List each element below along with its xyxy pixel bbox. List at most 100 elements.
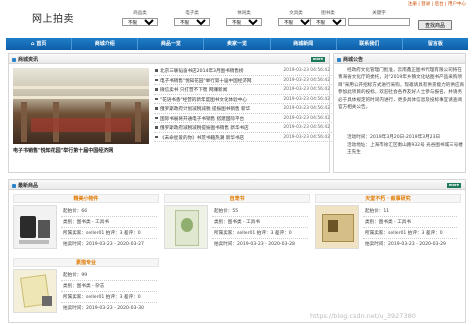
search-button[interactable]: 查找商品 bbox=[418, 20, 452, 30]
product-category: 类别：图书类 - 工具书 bbox=[365, 220, 411, 225]
notice-title-text: 商城公告 bbox=[343, 57, 364, 63]
notice-address-label: 活动地址： bbox=[347, 143, 370, 148]
main-nav: ⌂ 首页 商城介绍 商品一览 卖家一览 商城新闻 联系我们 留言板 bbox=[6, 38, 468, 50]
product-category: 类别：图书类 - 杂志 bbox=[63, 284, 105, 289]
product-time: 拍卖时间：2019-03-23 - 2020-03-28 bbox=[214, 242, 295, 247]
filter-label: 文具类 bbox=[289, 11, 303, 16]
filter-label: 商品类 bbox=[133, 11, 147, 16]
section-bullet-icon bbox=[12, 57, 16, 62]
product-start-price: 起拍价：55 bbox=[214, 209, 239, 214]
product-name[interactable]: 自宠书 bbox=[164, 194, 310, 203]
list-item[interactable]: 《未命星爱的你》书荒书籍热潮 新华书店 2019-03-23 04:56:42 bbox=[154, 133, 332, 142]
filter-electronics: 电子类 不限 bbox=[174, 10, 210, 26]
news-item-date: 2019-03-23 04:56:42 bbox=[283, 134, 330, 140]
bullet-icon bbox=[155, 69, 158, 72]
list-item[interactable]: 俄罗斯政府计划减税减税 提振图书销售 新华 2019-03-23 04:56:42 bbox=[154, 104, 332, 114]
news-item-title[interactable]: 俄罗斯政府计划减税减税 提振图书销售 新华 bbox=[160, 106, 278, 112]
product-image[interactable] bbox=[13, 269, 57, 313]
product-name[interactable]: 天堂不朽 · 叙事研究 bbox=[315, 194, 461, 203]
news-item-title[interactable]: 俄罗斯政府减税减税提振图书销售 新华书店 bbox=[160, 125, 278, 131]
product-card[interactable]: 天堂不朽 · 叙事研究 起拍价：11 类别：图书类 - 工具书 所属卖家：sel… bbox=[315, 194, 461, 256]
list-item[interactable]: 北京三联韬奋书店2014年3月图书销售榜 2019-03-23 04:56:42 bbox=[154, 66, 332, 76]
notice-time-value: 2019年3月20日-2019年3月23日 bbox=[369, 135, 441, 140]
products-panel: 最新商品 more 精美小物件 起拍价：66 类别：图书类 - 工具书 所属卖家… bbox=[8, 179, 466, 323]
news-item-title[interactable]: 微信卖书 只打营不下而 网赚新闻 bbox=[160, 87, 278, 93]
nav-guestbook[interactable]: 留言板 bbox=[403, 38, 468, 50]
nav-home[interactable]: ⌂ 首页 bbox=[6, 38, 73, 50]
filter-label: 电子类 bbox=[185, 11, 199, 16]
top-links[interactable]: 注册 | 登录 | 后台 | 用户中心 bbox=[408, 1, 466, 7]
filter-stationery-select[interactable]: 不限 bbox=[278, 18, 314, 26]
list-item[interactable]: "花语书香"经营的新年度图书文化体验中心 2019-03-23 04:56:42 bbox=[154, 95, 332, 104]
news-panel-header: 商城资讯 more bbox=[9, 54, 329, 64]
product-seller: 所属卖家：seller01 拍评：3 差评：0 bbox=[214, 231, 292, 236]
keyword-label: 关键字 bbox=[372, 11, 386, 16]
list-item[interactable]: 电子书销售"悦知花园"举行第十届中国经济网 2019-03-23 04:56:42 bbox=[154, 76, 332, 85]
home-icon: ⌂ bbox=[30, 41, 35, 47]
nav-intro[interactable]: 商城介绍 bbox=[72, 38, 139, 50]
news-photo[interactable] bbox=[13, 68, 149, 144]
filter-label: 图书类 bbox=[321, 11, 335, 16]
keyword-input[interactable] bbox=[348, 18, 410, 26]
bullet-icon bbox=[155, 135, 158, 138]
filter-label: 休闲类 bbox=[237, 11, 251, 16]
keyword-filter: 关键字 bbox=[348, 10, 410, 26]
product-time: 拍卖时间：2019-03-23 - 2020-03-30 bbox=[63, 306, 144, 311]
notice-panel-header: 商城公告 bbox=[334, 54, 465, 64]
section-bullet-icon bbox=[337, 57, 341, 62]
news-item-title[interactable]: 《未命星爱的你》书荒书籍热潮 新华书店 bbox=[160, 135, 278, 141]
product-image[interactable] bbox=[315, 205, 359, 249]
notice-body: 经政府文化管理门批准，云南鑫正图书代理有限公司将在青海省文化厅的委托，对"201… bbox=[338, 68, 465, 111]
news-item-date: 2019-03-23 04:56:42 bbox=[283, 96, 330, 102]
news-item-title[interactable]: 电子书销售"悦知花园"举行第十届中国经济网 bbox=[160, 78, 278, 84]
product-seller: 所属卖家：seller01 拍评：3 差评：0 bbox=[63, 295, 141, 300]
nav-products[interactable]: 商品一览 bbox=[138, 38, 205, 50]
product-start-price: 起拍价：11 bbox=[365, 209, 390, 214]
notice-address: 活动地址：上海市徐汇区衡山路932号 光谷图书城三号楼 王先生 bbox=[338, 142, 466, 156]
product-card[interactable]: 素描专业 起拍价：99 类别：图书类 - 杂志 所属卖家：seller01 拍评… bbox=[13, 258, 159, 320]
product-name[interactable]: 精美小物件 bbox=[13, 194, 159, 203]
site-logo[interactable]: 网上拍卖 bbox=[32, 10, 74, 25]
bullet-icon bbox=[155, 78, 158, 81]
nav-contact[interactable]: 联系我们 bbox=[337, 38, 403, 50]
bullet-icon bbox=[155, 107, 158, 110]
notice-time-label: 活动时间： bbox=[347, 135, 370, 140]
news-item-title[interactable]: 北京三联韬奋书店2014年3月图书销售榜 bbox=[160, 68, 278, 74]
products-panel-header: 最新商品 more bbox=[9, 180, 465, 190]
product-card[interactable]: 自宠书 起拍价：55 类别：图书类 - 工具书 所属卖家：seller01 拍评… bbox=[164, 194, 310, 256]
product-image[interactable] bbox=[13, 205, 57, 249]
product-image[interactable] bbox=[164, 205, 208, 249]
notice-panel-title: 商城公告 bbox=[337, 56, 363, 63]
list-item[interactable]: 微信卖书 只打营不下而 网赚新闻 2019-03-23 04:56:42 bbox=[154, 85, 332, 95]
watermark: https://blog.csdn.net/u_3927380 bbox=[310, 312, 416, 320]
list-item[interactable]: 俄罗斯政府减税减税提振图书销售 新华书店 2019-03-23 04:56:42 bbox=[154, 123, 332, 133]
news-more-link[interactable]: more bbox=[310, 57, 325, 62]
bullet-icon bbox=[155, 126, 158, 129]
news-photo-caption[interactable]: 电子书销售"悦知花园"举行第十届中国经济网 bbox=[13, 147, 153, 154]
filter-product-select[interactable]: 不限 bbox=[122, 18, 158, 26]
bullet-icon bbox=[155, 88, 158, 91]
bullet-icon bbox=[155, 116, 158, 119]
product-time: 拍卖时间：2019-03-23 - 2020-03-27 bbox=[63, 242, 144, 247]
products-more-link[interactable]: more bbox=[446, 183, 461, 188]
filter-electronics-select[interactable]: 不限 bbox=[174, 18, 210, 26]
filter-leisure: 休闲类 不限 bbox=[226, 10, 262, 26]
notice-time: 活动时间：2019年3月20日-2019年3月23日 bbox=[338, 134, 466, 141]
filter-leisure-select[interactable]: 不限 bbox=[226, 18, 262, 26]
list-item[interactable]: 国际书展将开通电子书销售 搭建国际平台 2019-03-23 04:56:42 bbox=[154, 114, 332, 123]
news-item-title[interactable]: 国际书展将开通电子书销售 搭建国际平台 bbox=[160, 116, 278, 122]
news-item-date: 2019-03-23 04:56:42 bbox=[283, 125, 330, 130]
nav-sellers[interactable]: 卖家一览 bbox=[204, 38, 271, 50]
product-category: 类别：图书类 - 工具书 bbox=[63, 220, 109, 225]
news-item-title[interactable]: "花语书香"经营的新年度图书文化体验中心 bbox=[160, 97, 278, 103]
news-item-date: 2019-03-23 04:56:42 bbox=[283, 68, 330, 73]
filter-product: 商品类 不限 bbox=[122, 10, 158, 26]
product-name[interactable]: 素描专业 bbox=[13, 258, 159, 267]
product-seller: 所属卖家：seller01 拍评：3 差评：0 bbox=[365, 231, 443, 236]
news-item-date: 2019-03-23 04:56:42 bbox=[283, 115, 330, 121]
news-panel: 商城资讯 more 电子书销售"悦知花园"举行第十届中国经济网 北京三联韬奋书店… bbox=[8, 53, 332, 173]
nav-news[interactable]: 商城新闻 bbox=[271, 38, 337, 50]
filter-books-select[interactable]: 不限 bbox=[310, 18, 346, 26]
product-category: 类别：图书类 - 工具书 bbox=[214, 220, 260, 225]
product-card[interactable]: 精美小物件 起拍价：66 类别：图书类 - 工具书 所属卖家：seller01 … bbox=[13, 194, 159, 256]
